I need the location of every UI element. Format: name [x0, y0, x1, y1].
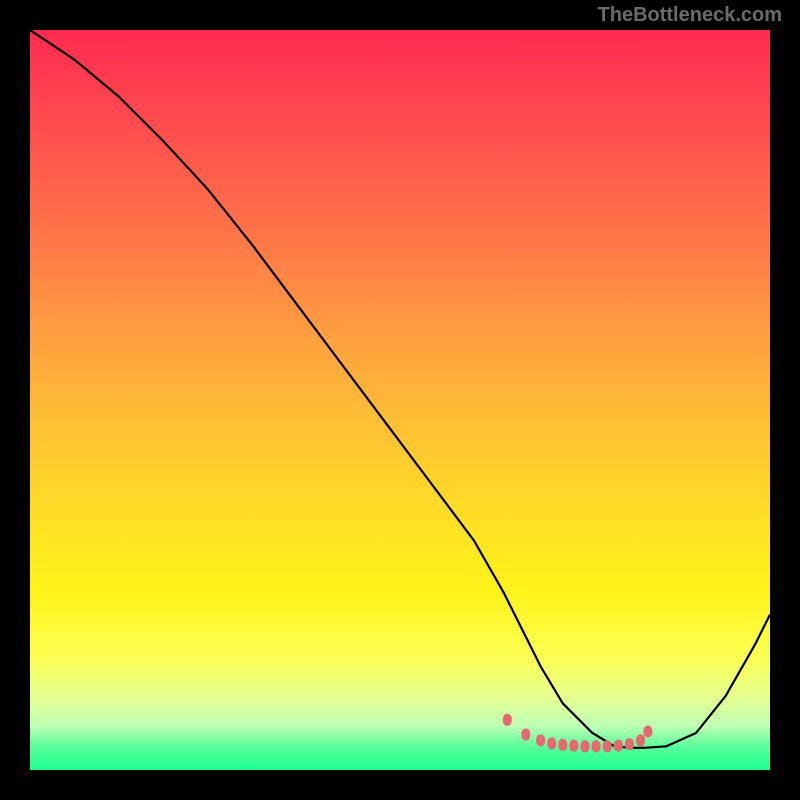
- marker-point: [581, 740, 590, 752]
- marker-point: [625, 738, 634, 750]
- marker-point: [558, 739, 567, 751]
- marker-point: [521, 729, 530, 741]
- marker-point: [643, 726, 652, 738]
- marker-point: [569, 740, 578, 752]
- plot-area: [30, 30, 770, 770]
- chart-svg: [30, 30, 770, 770]
- marker-point: [536, 734, 545, 746]
- chart-curve: [30, 30, 770, 748]
- marker-point: [603, 740, 612, 752]
- marker-point: [614, 740, 623, 752]
- marker-point: [547, 737, 556, 749]
- marker-point: [592, 740, 601, 752]
- marker-point: [503, 714, 512, 726]
- marker-point: [636, 734, 645, 746]
- watermark-text: TheBottleneck.com: [598, 4, 782, 27]
